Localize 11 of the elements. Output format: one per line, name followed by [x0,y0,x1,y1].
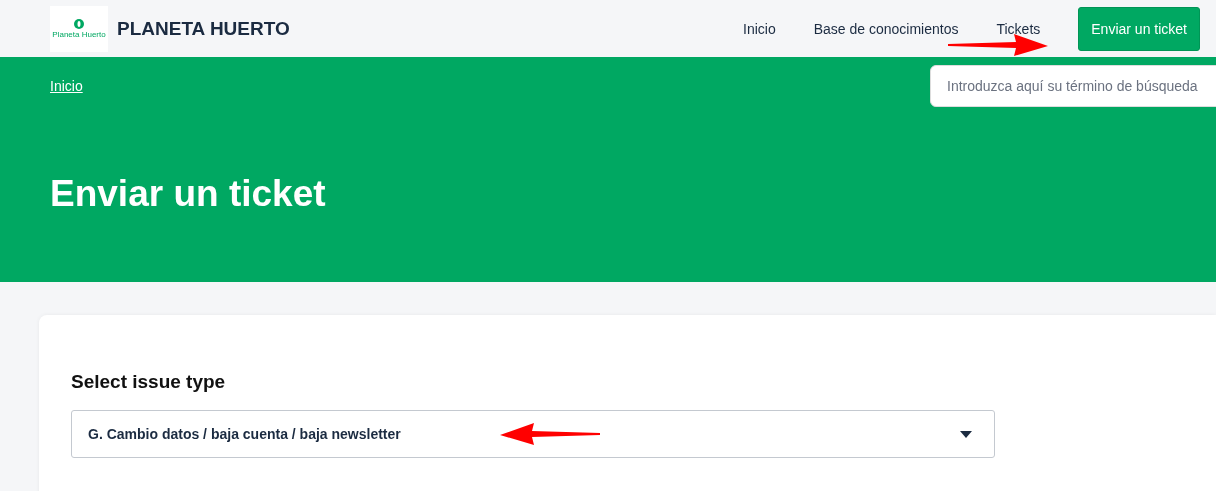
search-field[interactable]: Introduzca aquí su término de búsqueda [930,65,1216,107]
nav-link[interactable]: Inicio [743,20,776,37]
site-name: PLANETA HUERTO [117,17,291,40]
caret-icon [960,430,972,438]
page-title: Enviar un ticket [50,173,326,215]
leaf-icon [74,18,84,29]
nav-link[interactable]: Base de conocimientos [813,20,959,37]
field-label: Select issue type [71,371,227,393]
nav-link[interactable]: Tickets [996,20,1041,37]
logo-text: Planeta Huerto [52,29,106,39]
issue-type-select[interactable]: G. Cambio datos / baja cuenta / baja newsletter [71,410,995,458]
